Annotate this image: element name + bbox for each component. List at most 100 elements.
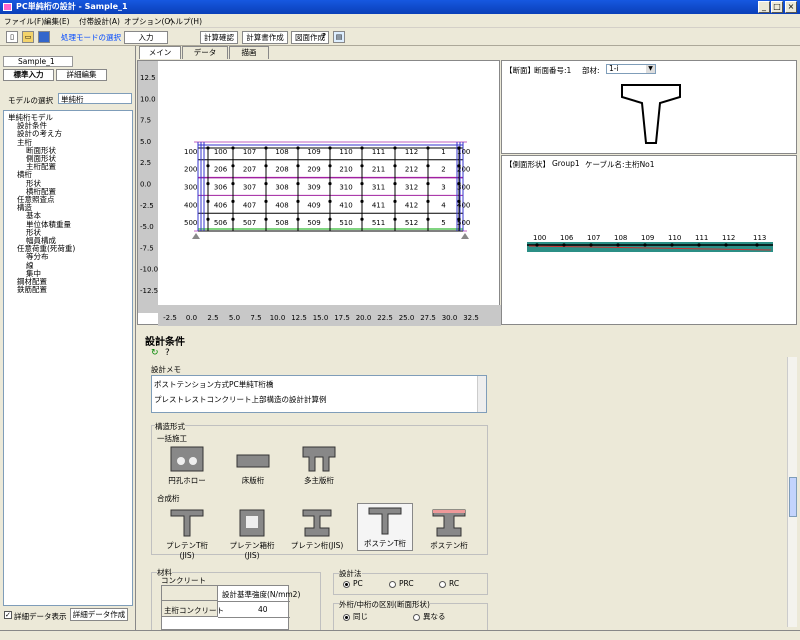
about-icon[interactable]: ▤ [333, 31, 345, 43]
node-label: 5 [441, 219, 445, 227]
diff-different-radio[interactable]: 異なる [413, 611, 446, 622]
new-file-icon[interactable]: ▯ [6, 31, 18, 43]
node-dot [360, 217, 364, 221]
diff-same-radio[interactable]: 同じ [343, 611, 368, 622]
table-divider [218, 601, 290, 602]
main-girder-value[interactable]: 40 [258, 605, 268, 614]
tab-standard-input[interactable]: 標準入力 [3, 69, 54, 81]
node-label: 2 [441, 166, 445, 174]
menu-extra-design[interactable]: 付帯設計(A) [79, 16, 120, 27]
shape-pretension-t-label: プレテンT桁(JIS) [165, 541, 209, 560]
shape-hollow-slab[interactable]: 円孔ホロー [163, 444, 211, 488]
open-folder-icon[interactable]: ▭ [22, 31, 34, 43]
memo-scrollbar[interactable] [477, 376, 486, 412]
node-dot [296, 146, 300, 150]
node-label: 506 [214, 219, 228, 227]
node-dot [393, 146, 397, 150]
support-right [461, 233, 469, 239]
detail-create-button[interactable]: 詳細データ作成 [70, 608, 128, 621]
shape-slab-girder[interactable]: 床版桁 [229, 444, 277, 488]
help-icon[interactable]: ? [318, 31, 330, 43]
model-select[interactable]: 単純桁 [58, 93, 132, 104]
radio-different-icon [413, 613, 420, 621]
node-dot [393, 199, 397, 203]
tab-detail-edit[interactable]: 詳細編集 [56, 69, 107, 81]
node-dot [426, 217, 430, 221]
shape-pretension-t-jis[interactable]: プレテンT桁(JIS) [159, 505, 215, 560]
profile-panel: 【側面形状】 Group1 ケーブル名:主桁No1 100 106 107 108 10… [501, 155, 797, 325]
node-dot [393, 182, 397, 186]
node-label: 412 [405, 201, 418, 209]
method-rc-label: RC [449, 579, 460, 588]
x-tick-label: 27.5 [420, 314, 436, 322]
node-label: 4 [441, 201, 446, 209]
node-label: 407 [243, 201, 256, 209]
model-plot[interactable]: 12.5 10.0 7.5 5.0 2.5 0.0 -2.5 -5.0 -7.5 -10.0 -12… [137, 60, 501, 326]
detail-data-checkbox[interactable]: ✓ [4, 611, 12, 619]
shape-posttension-t[interactable]: ポステンT桁 [357, 503, 413, 551]
form-scrollbar[interactable] [787, 357, 797, 627]
node-dot [328, 199, 332, 203]
shape-pretension-box-jis[interactable]: プレテン箱桁(JIS) [223, 505, 281, 560]
minimize-button[interactable]: _ [758, 1, 770, 13]
tab-draw[interactable]: 描画 [229, 46, 269, 59]
shape-slab-girder-label: 床版桁 [241, 476, 265, 485]
node-dot [231, 217, 235, 221]
tree-view[interactable]: 単純桁モデル 設計条件 設計の考え方 主桁 断面形状 側面形状 主桁配置 横桁 形状 横桁配置 任意… [3, 110, 133, 606]
posttension-t-icon [368, 507, 402, 535]
x-tick-label: 30.0 [442, 314, 458, 322]
tree-item[interactable]: 鉄筋配置 [17, 286, 47, 294]
profile-node-label: 110 [668, 234, 681, 242]
method-rc-radio[interactable]: RC [439, 579, 459, 588]
profile-node-dot [724, 243, 728, 247]
maximize-button[interactable]: □ [771, 1, 783, 13]
support-left [192, 233, 200, 239]
close-button[interactable]: × [785, 1, 797, 13]
menu-help[interactable]: ヘルプ(H) [168, 16, 202, 27]
x-tick-label: 25.0 [399, 314, 415, 322]
node-dot [206, 146, 210, 150]
shape-multi-slab[interactable]: 多主版桁 [295, 444, 343, 488]
app-icon [3, 3, 12, 11]
node-label: 109 [307, 148, 320, 156]
profile-header: 【側面形状】 [505, 160, 550, 169]
menu-bar: ファイル(F) 編集(E) 付帯設計(A) オプション(O) ヘルプ(H) [0, 14, 800, 28]
y-tick-label: 2.5 [140, 159, 151, 167]
method-prc-radio[interactable]: PRC [389, 579, 414, 588]
member-select[interactable]: 1-i ▼ [606, 64, 656, 74]
calc-check-button[interactable]: 計算確認 [200, 31, 238, 44]
input-mode-button[interactable]: 入力 [124, 31, 168, 44]
refresh-icon[interactable]: ↻ [151, 348, 159, 358]
node-label: 110 [339, 148, 352, 156]
profile-node-label: 108 [614, 234, 627, 242]
tab-main[interactable]: メイン [139, 46, 181, 59]
node-dot [296, 199, 300, 203]
node-label: 510 [339, 219, 352, 227]
t-girder-section [621, 84, 681, 144]
menu-file[interactable]: ファイル(F) [4, 16, 44, 27]
node-dot [206, 164, 210, 168]
shape-posttension-girder[interactable]: ポステン桁 [421, 505, 477, 551]
y-tick-label: -2.5 [140, 202, 154, 210]
node-label: 212 [405, 166, 418, 174]
shape-posttension-girder-label: ポステン桁 [430, 541, 468, 550]
node-label: 507 [243, 219, 256, 227]
project-file[interactable]: Sample_1 [3, 56, 73, 67]
slab-girder-icon [236, 454, 270, 468]
menu-options[interactable]: オプション(O) [124, 16, 173, 27]
diff-label: 外桁/中桁の区別(断面形状) [339, 599, 430, 610]
tab-data[interactable]: データ [182, 46, 228, 59]
memo-textarea[interactable]: ポストテンション方式PC単純T桁橋 プレストレストコンクリート上部構造の設計計算… [151, 375, 487, 413]
scrollbar-thumb[interactable] [789, 477, 797, 517]
report-button[interactable]: 計算書作成 [242, 31, 288, 44]
save-icon[interactable] [38, 31, 50, 43]
menu-edit[interactable]: 編集(E) [44, 16, 70, 27]
y-tick-label: 5.0 [140, 138, 151, 146]
model-plot-svg[interactable]: 12.510.07.55.02.50.0-2.5-5.0-7.5-10.0-12… [138, 61, 501, 326]
profile-node-dot [643, 243, 647, 247]
help-icon[interactable]: ? [165, 348, 170, 358]
shape-pretension-girder-jis[interactable]: プレテン桁(JIS) [289, 505, 345, 551]
method-pc-radio[interactable]: PC [343, 579, 363, 588]
node-dot [426, 146, 430, 150]
y-tick-label: -5.0 [140, 223, 154, 231]
